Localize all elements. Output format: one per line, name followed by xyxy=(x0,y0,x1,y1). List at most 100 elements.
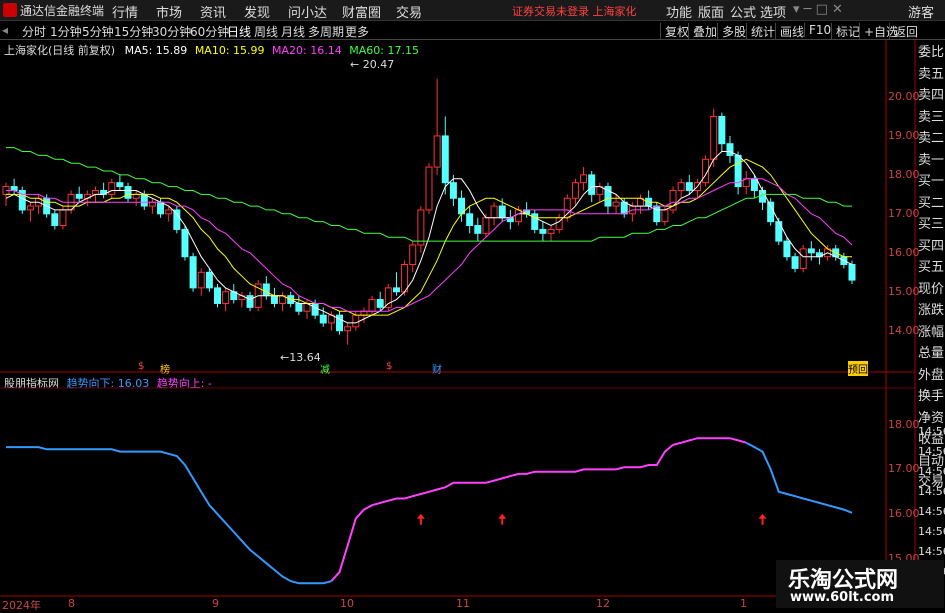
side-item: 卖四 xyxy=(918,88,945,103)
candle-body xyxy=(311,302,319,316)
candle-body xyxy=(449,182,457,199)
side-time: 14:56 xyxy=(918,485,945,498)
candle-body xyxy=(547,228,555,234)
candle-body xyxy=(295,302,303,312)
candle-body xyxy=(344,326,352,332)
side-time: 14:56 xyxy=(918,445,945,458)
candle-body xyxy=(157,201,165,215)
candle-body xyxy=(132,193,140,199)
candle-body xyxy=(791,256,799,269)
candle-body xyxy=(352,314,360,328)
candle-body xyxy=(783,240,791,258)
candle-body xyxy=(360,310,368,316)
candle-body xyxy=(392,287,400,293)
price-tick-label: 18.00 xyxy=(888,167,920,181)
candle-body xyxy=(563,197,571,219)
side-item: 卖一 xyxy=(918,152,945,168)
x-tick-label: 12 xyxy=(596,597,610,610)
candle-body xyxy=(750,178,758,191)
price-tick-label: 19.00 xyxy=(888,128,920,142)
candle-body xyxy=(270,295,278,304)
candle-body xyxy=(91,189,99,195)
candle-body xyxy=(116,182,124,188)
candle-body xyxy=(376,299,384,308)
candle-body xyxy=(466,213,474,227)
candle-body xyxy=(148,201,156,207)
candle-body xyxy=(799,248,807,269)
candle-body xyxy=(685,182,693,191)
candle-body xyxy=(677,182,685,191)
candle-body xyxy=(580,174,588,184)
candle-body xyxy=(807,248,815,254)
x-tick-label: 9 xyxy=(212,597,219,610)
trend-line xyxy=(330,437,747,582)
high-price-label: ← 20.47 xyxy=(350,58,395,71)
candle-body xyxy=(124,186,132,199)
trend-line xyxy=(6,446,332,585)
event-mark[interactable]: $ xyxy=(138,361,144,372)
side-item: 卖二 xyxy=(918,131,945,146)
x-tick-label: 2024年 xyxy=(2,599,41,612)
up-arrow-icon xyxy=(498,513,507,525)
candle-body xyxy=(205,271,213,289)
side-time: 14:56 xyxy=(918,505,945,518)
x-tick-label: 11 xyxy=(456,597,470,610)
candle-body xyxy=(401,263,409,293)
event-mark[interactable]: 预回 xyxy=(848,361,868,376)
event-mark[interactable]: 减 xyxy=(320,361,330,376)
up-arrow-icon xyxy=(416,513,425,525)
candle-body xyxy=(514,209,522,223)
side-item: 涨跌 xyxy=(918,303,945,318)
indicator-tick-label: 16.00 xyxy=(888,507,920,521)
candle-body xyxy=(433,135,441,168)
candle-body xyxy=(718,115,726,145)
candle-body xyxy=(482,217,490,234)
candle-body xyxy=(140,193,148,207)
candle-body xyxy=(51,213,59,227)
candle-body xyxy=(726,143,734,156)
side-item: 涨幅 xyxy=(918,324,945,340)
indicator-tick-label: 18.00 xyxy=(888,417,920,431)
price-tick-label: 16.00 xyxy=(888,245,920,259)
side-item: 买一 xyxy=(918,174,945,189)
candle-body xyxy=(173,209,181,230)
candle-body xyxy=(59,209,67,227)
side-time: 14:56 xyxy=(918,525,945,538)
watermark-url: www.60lt.com xyxy=(790,590,895,605)
candle-body xyxy=(848,263,856,281)
side-item: 买三 xyxy=(918,217,945,232)
up-arrow-icon xyxy=(758,513,767,525)
candle-body xyxy=(197,271,205,289)
candle-body xyxy=(165,209,173,215)
candle-body xyxy=(189,256,197,289)
price-tick-label: 15.00 xyxy=(888,284,920,298)
side-item: 现价 xyxy=(918,281,945,297)
event-mark[interactable]: 财 xyxy=(432,361,442,376)
candle-body xyxy=(474,225,482,234)
candle-body xyxy=(10,186,18,191)
event-mark[interactable]: $ xyxy=(386,361,392,372)
high-price-value: 20.47 xyxy=(362,58,395,71)
candle-body xyxy=(26,205,34,211)
candle-body xyxy=(539,228,547,234)
event-mark[interactable]: 榜 xyxy=(160,361,170,376)
candle-body xyxy=(181,228,189,258)
candle-body xyxy=(571,182,579,199)
candle-body xyxy=(368,299,376,312)
side-item: 委比 xyxy=(918,45,945,60)
side-item: 外盘 xyxy=(918,367,945,383)
candle-body xyxy=(620,201,628,215)
x-tick-label: 8 xyxy=(68,597,75,610)
candle-body xyxy=(384,287,392,308)
candle-body xyxy=(417,209,425,246)
side-item: 卖五 xyxy=(918,66,945,82)
candle-body xyxy=(214,287,221,304)
candle-body xyxy=(759,189,767,203)
candle-body xyxy=(441,135,449,184)
side-item: 卖三 xyxy=(918,109,945,125)
candle-body xyxy=(108,182,116,195)
side-item: 买四 xyxy=(918,238,945,254)
side-time: 14:56 xyxy=(918,545,945,558)
price-tick-label: 14.00 xyxy=(888,323,920,337)
side-time: 14:56 xyxy=(918,425,945,438)
